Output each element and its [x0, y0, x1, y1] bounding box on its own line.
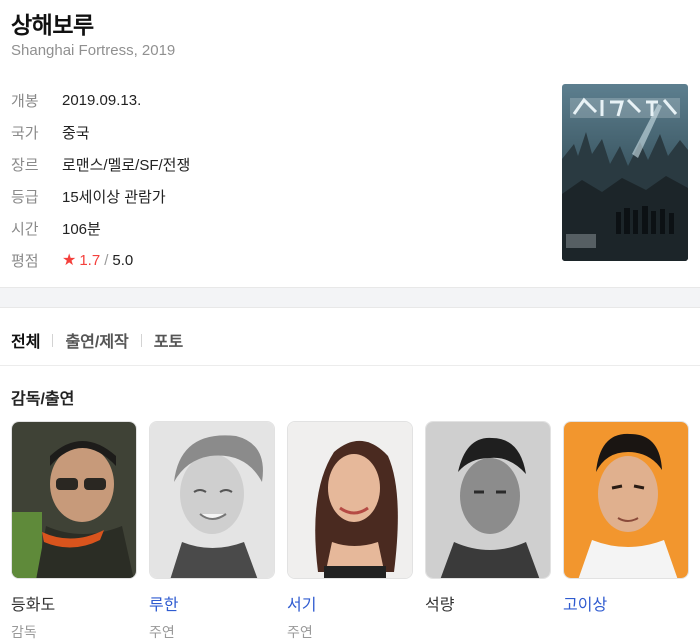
movie-poster[interactable]: [562, 84, 688, 261]
tab-cast-crew[interactable]: 출연/제작: [65, 328, 128, 352]
info-table: 개봉 2019.09.13. 국가 중국 장르 로맨스/멜로/SF/전쟁 등급 …: [11, 84, 190, 276]
score-max: 5.0: [112, 252, 134, 269]
cast-name-link[interactable]: 루한: [149, 591, 275, 615]
tab-bar: 전체 출연/제작 포토: [11, 328, 183, 352]
info-value: 중국: [62, 124, 90, 142]
cast-card[interactable]: 등화도 감독: [11, 421, 137, 642]
tab-all[interactable]: 전체: [11, 328, 40, 352]
score: 1.7: [79, 252, 101, 269]
cast-photo[interactable]: [287, 421, 413, 579]
cast-card[interactable]: 석량: [425, 421, 551, 642]
cast-role: 주연: [287, 624, 313, 640]
info-row-score: 평점 ★ 1.7/5.0: [11, 244, 190, 276]
cast-name-link[interactable]: 고이상: [563, 591, 689, 615]
info-value: 2019.09.13.: [62, 91, 142, 109]
info-row-genre: 장르 로맨스/멜로/SF/전쟁: [11, 148, 190, 180]
info-label: 등급: [11, 188, 39, 206]
info-row-release: 개봉 2019.09.13.: [11, 84, 190, 116]
score-separator: /: [104, 252, 109, 269]
tab-photos[interactable]: 포토: [154, 328, 183, 352]
info-value: 15세이상 관람가: [62, 188, 166, 206]
info-label: 장르: [11, 156, 39, 174]
info-value: 로맨스/멜로/SF/전쟁: [62, 156, 191, 174]
tab-underline-divider: [0, 365, 700, 366]
info-label: 국가: [11, 124, 39, 142]
info-label: 개봉: [11, 92, 39, 110]
cast-name: 석량: [425, 597, 455, 614]
cast-role: 주연: [149, 624, 175, 640]
section-divider: [0, 287, 700, 308]
info-value: 106분: [62, 220, 101, 238]
cast-card[interactable]: 서기 주연: [287, 421, 413, 642]
cast-photo[interactable]: [149, 421, 275, 579]
movie-title: 상해보루: [11, 12, 94, 38]
cast-role: 감독: [11, 624, 37, 640]
info-row-rating-class: 등급 15세이상 관람가: [11, 180, 190, 212]
star-icon: ★: [62, 252, 77, 269]
info-row-country: 국가 중국: [11, 116, 190, 148]
info-row-runtime: 시간 106분: [11, 212, 190, 244]
cast-list: 등화도 감독 루한 주연 서기 주연 석량 고이상: [11, 421, 700, 642]
cast-card[interactable]: 고이상: [563, 421, 689, 642]
movie-subtitle: Shanghai Fortress, 2019: [11, 42, 176, 59]
cast-card[interactable]: 루한 주연: [149, 421, 275, 642]
tab-divider: [140, 333, 142, 347]
info-label: 시간: [11, 220, 39, 238]
cast-photo[interactable]: [425, 421, 551, 579]
cast-photo[interactable]: [563, 421, 689, 579]
cast-photo[interactable]: [11, 421, 137, 579]
tab-divider: [52, 333, 54, 347]
cast-name-link[interactable]: 서기: [287, 591, 413, 615]
cast-name: 등화도: [11, 597, 56, 614]
score-value: ★ 1.7/5.0: [62, 250, 133, 270]
cast-section-title: 감독/출연: [11, 391, 75, 408]
info-label: 평점: [11, 252, 39, 270]
